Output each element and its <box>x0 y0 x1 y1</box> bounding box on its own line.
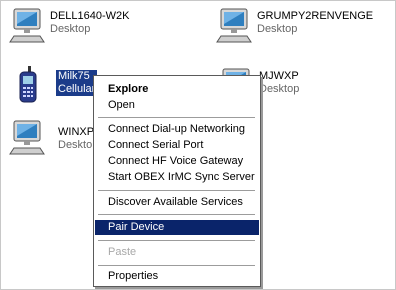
menu-item-properties[interactable]: Properties <box>95 269 259 284</box>
device-type: Desktop <box>50 23 91 35</box>
cell-phone-icon <box>19 66 37 103</box>
menu-item-paste: Paste <box>108 246 137 258</box>
device-name: WINXP <box>58 126 95 138</box>
menu-separator <box>98 190 255 192</box>
device-name: MJWXP <box>259 70 299 82</box>
device-type: Desktop <box>259 83 300 95</box>
desktop-computer-icon <box>9 120 45 155</box>
desktop-computer-icon <box>9 8 45 43</box>
device-type: Desktop <box>257 23 298 35</box>
context-menu: Explore Open Connect Dial-up Networking … <box>93 75 261 287</box>
menu-separator <box>98 240 255 242</box>
device-name: Milk75 <box>56 70 98 83</box>
device-type: Deskto <box>58 139 93 151</box>
menu-separator <box>98 214 255 216</box>
menu-separator <box>98 117 255 119</box>
menu-item-connect-dial-up-networking[interactable]: Connect Dial-up Networking <box>95 122 259 137</box>
desktop-computer-icon <box>216 8 252 43</box>
menu-item-explore[interactable]: Explore <box>95 82 259 97</box>
menu-item-connect-hf-voice-gateway[interactable]: Connect HF Voice Gateway <box>95 154 259 169</box>
menu-item-open[interactable]: Open <box>95 98 259 113</box>
menu-separator <box>98 265 255 267</box>
menu-item-connect-serial-port[interactable]: Connect Serial Port <box>95 138 259 153</box>
device-type: Cellular <box>56 83 98 96</box>
device-name: DELL1640-W2K <box>50 10 130 22</box>
device-name: GRUMPY2RENVENGE <box>257 10 374 22</box>
menu-item-discover-available-services[interactable]: Discover Available Services <box>95 195 259 210</box>
menu-item-pair-device[interactable]: Pair Device <box>95 220 259 235</box>
menu-item-start-obex-irmc-sync-server[interactable]: Start OBEX IrMC Sync Server <box>95 170 259 185</box>
